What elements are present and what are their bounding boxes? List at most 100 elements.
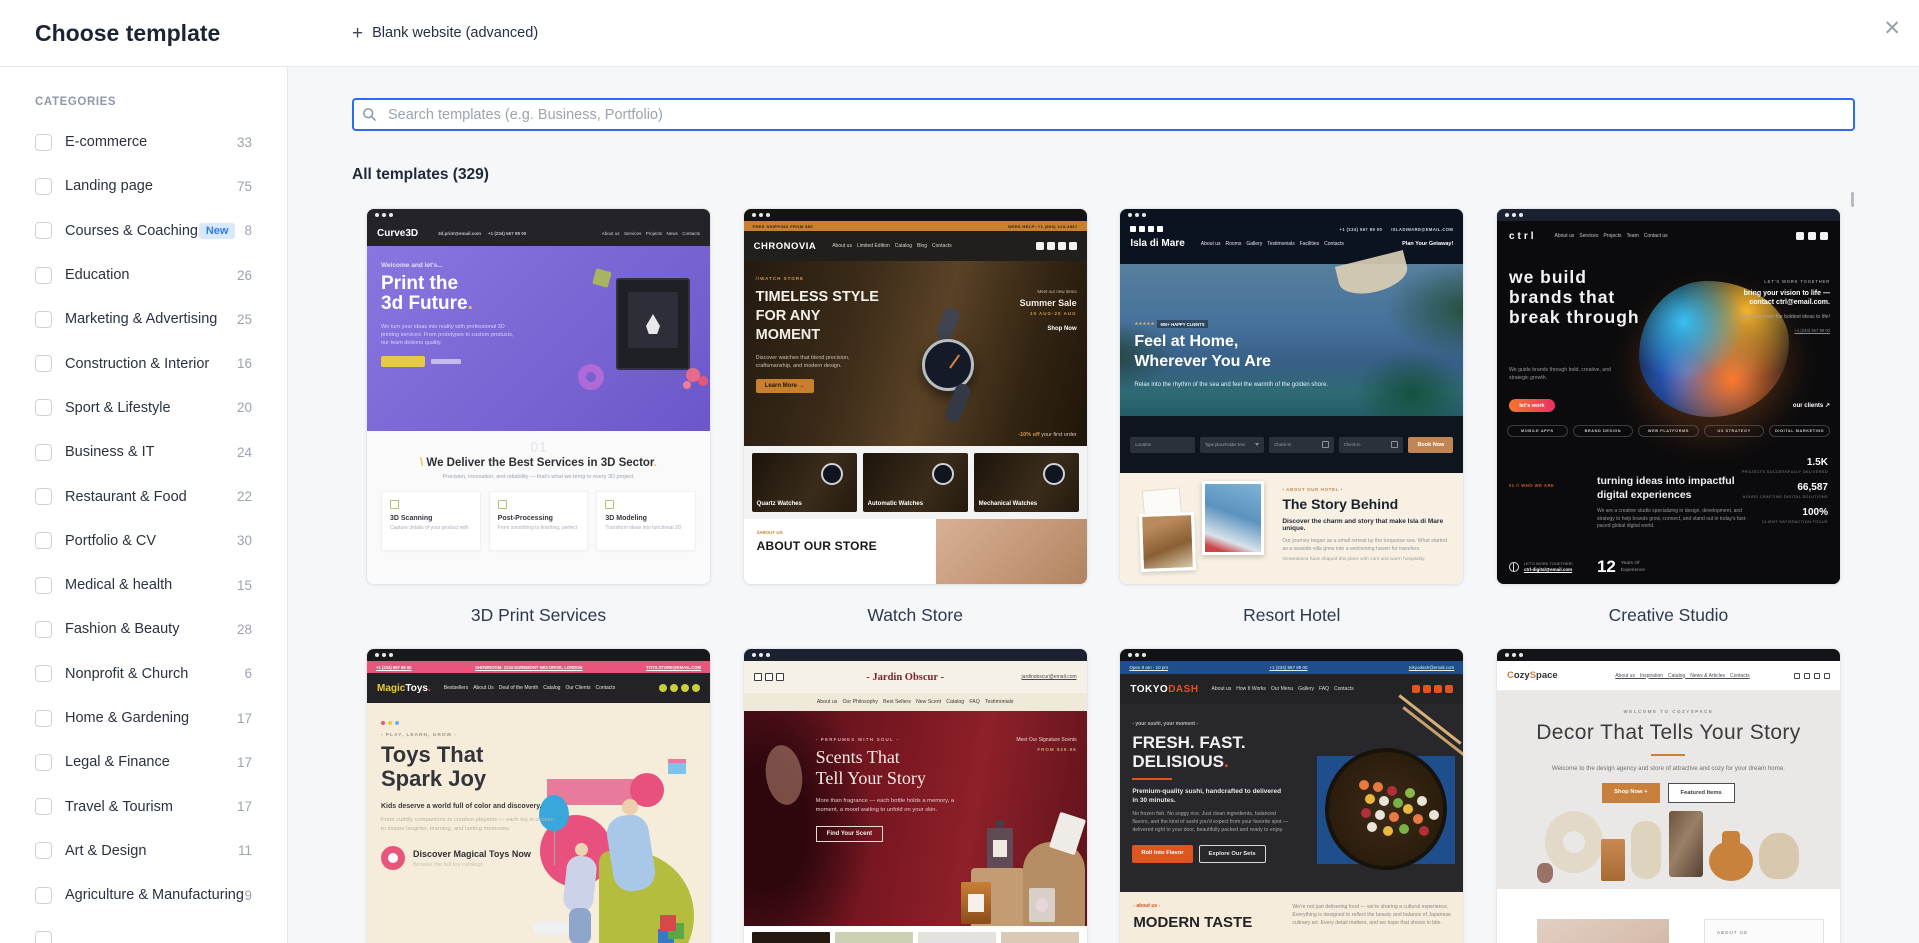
plus-icon: + bbox=[352, 22, 364, 44]
checkbox[interactable] bbox=[35, 753, 52, 771]
perfume-bottle bbox=[986, 820, 1013, 868]
cloud-shape bbox=[533, 921, 569, 935]
contact-row: +1 (234) 567 89 00 ISLADIMARE@EMAIL.COM bbox=[1339, 227, 1453, 232]
feature-title: 3D Scanning bbox=[390, 515, 433, 522]
showroom-note: SHOWROOM: 1234 EGREMONT NR3 DRIVE, LONDO… bbox=[475, 664, 583, 670]
about-photo bbox=[935, 519, 1087, 584]
category-row-nonprofit-church[interactable]: Nonprofit & Church 6 bbox=[0, 652, 287, 696]
facebook-icon bbox=[1035, 242, 1044, 250]
template-card-toy-store[interactable]: +1 (234) 567 89 00 SHOWROOM: 1234 EGREMO… bbox=[366, 648, 711, 943]
blank-website-button[interactable]: + Blank website (advanced) bbox=[352, 24, 538, 43]
checkbox[interactable] bbox=[35, 532, 52, 550]
category-row-construction-interior[interactable]: Construction & Interior 16 bbox=[0, 341, 287, 385]
checkbox[interactable] bbox=[35, 266, 52, 284]
beige-jug bbox=[1758, 833, 1799, 879]
learn-more-button: Learn More → bbox=[755, 379, 814, 394]
checkbox[interactable] bbox=[35, 355, 52, 373]
category-row-fashion-beauty[interactable]: Fashion & Beauty 28 bbox=[0, 607, 287, 651]
preview-kicker: - PLAY, LEARN, GROW - bbox=[381, 733, 457, 738]
category-row-sport-lifestyle[interactable]: Sport & Lifestyle 20 bbox=[0, 386, 287, 430]
feature-desc: Transform ideas into functional 3D bbox=[605, 525, 682, 531]
preview-paragraph: We turn your ideas into reality with pro… bbox=[381, 323, 514, 347]
template-card-creative-studio[interactable]: ctrl About us Services Projects Team Con… bbox=[1495, 208, 1841, 646]
category-row-medical-health[interactable]: Medical & health 15 bbox=[0, 563, 287, 607]
checkbox[interactable] bbox=[35, 665, 52, 683]
type-dropdown: Type placeholder text bbox=[1199, 436, 1265, 453]
checkbox[interactable] bbox=[35, 310, 52, 328]
template-card-sushi-delivery[interactable]: Open 8 am - 10 pm +1 (234) 567 89 00 tok… bbox=[1119, 648, 1465, 943]
checkbox[interactable] bbox=[35, 620, 52, 638]
stat-label: HOURS CRAFTING DIGITAL SOLUTIONS bbox=[1742, 495, 1828, 499]
social-icons bbox=[1795, 232, 1828, 240]
category-row-art-design[interactable]: Art & Design 11 bbox=[0, 829, 287, 873]
template-thumbnail: CozySpace About us Inspiration Catalog N… bbox=[1495, 648, 1841, 943]
checkbox[interactable] bbox=[35, 798, 52, 816]
search-bar bbox=[352, 98, 1855, 131]
category-row-home-gardening[interactable]: Home & Gardening 17 bbox=[0, 696, 287, 740]
category-label: Marketing & Advertising bbox=[65, 311, 218, 328]
contact-phone: +1 (234) 567 89 00 bbox=[1794, 328, 1830, 334]
category-row-landing-page[interactable]: Landing page 75 bbox=[0, 164, 287, 208]
contact-footer: LET'S WORK TOGETHER! ctrl-digital@email.c… bbox=[1508, 561, 1573, 572]
about-kicker: //ABOUT US bbox=[756, 530, 783, 535]
model-icon bbox=[605, 500, 615, 509]
checkbox[interactable] bbox=[35, 399, 52, 417]
dialog-header: Choose template + Blank website (advance… bbox=[0, 0, 1919, 67]
template-card-watch-store[interactable]: FREE SHIPPING FROM $50 NEED HELP: +1 (800… bbox=[742, 208, 1088, 646]
category-row-courses-coaching[interactable]: Courses & Coaching New 8 bbox=[0, 209, 287, 253]
checkbox[interactable] bbox=[35, 443, 52, 461]
browser-chrome-bar bbox=[1496, 649, 1840, 661]
template-card-resort-hotel[interactable]: +1 (234) 567 89 00 ISLADIMARE@EMAIL.COM I… bbox=[1119, 208, 1465, 646]
category-label: Construction & Interior bbox=[65, 355, 210, 372]
about-section: //ABOUT US ABOUT OUR STORE bbox=[743, 519, 1087, 584]
checkbox[interactable] bbox=[35, 177, 52, 195]
category-row-agriculture-manufacturing[interactable]: Agriculture & Manufacturing 9 bbox=[0, 873, 287, 917]
category-row-legal-finance[interactable]: Legal & Finance 17 bbox=[0, 740, 287, 784]
tile-label: Mechanical Watches bbox=[978, 501, 1038, 507]
search-input[interactable] bbox=[352, 98, 1855, 131]
feature-card: 3D Modeling Transform ideas into function… bbox=[596, 491, 697, 551]
category-label: Travel & Tourism bbox=[65, 798, 173, 815]
checkbox[interactable] bbox=[35, 930, 52, 943]
category-row-partial[interactable] bbox=[0, 917, 287, 943]
checkbox[interactable] bbox=[35, 133, 52, 151]
who-kicker: 01 // WHO WE ARE bbox=[1508, 483, 1555, 488]
preview-buttons: Shop Now + Featured Items bbox=[1497, 783, 1840, 803]
checkbox[interactable] bbox=[35, 488, 52, 506]
category-row-portfolio-cv[interactable]: Portfolio & CV 30 bbox=[0, 519, 287, 563]
category-row-education[interactable]: Education 26 bbox=[0, 253, 287, 297]
checkbox[interactable] bbox=[35, 842, 52, 860]
girl-jeans bbox=[569, 908, 591, 943]
instagram-icon bbox=[670, 684, 678, 692]
preview-title: Scents That Tell Your Story bbox=[816, 747, 1087, 788]
category-row-restaurant-food[interactable]: Restaurant & Food 22 bbox=[0, 474, 287, 518]
category-row-business-it[interactable]: Business & IT 24 bbox=[0, 430, 287, 474]
checkbox[interactable] bbox=[35, 222, 52, 240]
category-row-travel-tourism[interactable]: Travel & Tourism 17 bbox=[0, 784, 287, 828]
preview-kicker: WELCOME TO COZYSPACE bbox=[1623, 709, 1714, 714]
checkbox[interactable] bbox=[35, 886, 52, 904]
preview-navbar: TOKYODASH About us How It Works Our Menu… bbox=[1120, 674, 1464, 704]
template-card-decor-store[interactable]: CozySpace About us Inspiration Catalog N… bbox=[1495, 648, 1841, 943]
preview-kicker: - your sushi, your moment - bbox=[1132, 721, 1199, 727]
category-row-ecommerce[interactable]: E-commerce 33 bbox=[0, 120, 287, 164]
navbar-bottom-row: Isla di Mare About us Rooms Gallery Test… bbox=[1130, 238, 1453, 249]
scrollbar-thumb[interactable] bbox=[1851, 192, 1854, 207]
close-icon[interactable]: ✕ bbox=[1883, 18, 1901, 39]
about-paragraph: Our journey began as a small retreat by … bbox=[1282, 538, 1447, 553]
preview-nav-links: About us Inspiration Catalog News & Arti… bbox=[1615, 672, 1750, 679]
promo-offer: -10% off your first order bbox=[1018, 432, 1076, 438]
gallery-thumb bbox=[1000, 932, 1079, 943]
browser-chrome-bar bbox=[367, 209, 710, 221]
stat-value: 100% bbox=[1802, 507, 1828, 518]
logo-part: pace bbox=[1536, 670, 1558, 681]
category-label: Fashion & Beauty bbox=[65, 621, 180, 638]
checkbox[interactable] bbox=[35, 709, 52, 727]
template-card-perfume-store[interactable]: - Jardin Obscur - jardinobscur@email.com… bbox=[742, 648, 1088, 943]
watch-graphic bbox=[921, 339, 974, 391]
template-thumbnail: Open 8 am - 10 pm +1 (234) 567 89 00 tok… bbox=[1119, 648, 1465, 943]
template-card-3d-print-services[interactable]: Curve3D 3d.print@email.com +1 (234) 567 8… bbox=[366, 208, 711, 646]
checkbox[interactable] bbox=[35, 576, 52, 594]
category-row-marketing-advertising[interactable]: Marketing & Advertising 25 bbox=[0, 297, 287, 341]
rating-badge: ★★★★★ 900+ HAPPY CLIENTS bbox=[1134, 320, 1208, 328]
